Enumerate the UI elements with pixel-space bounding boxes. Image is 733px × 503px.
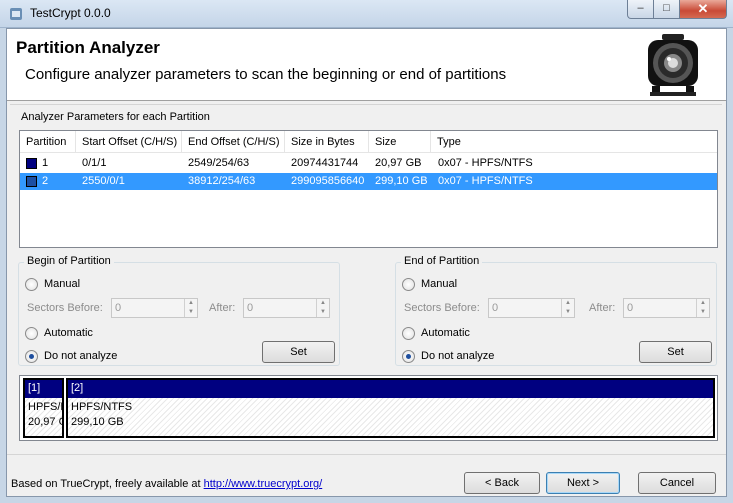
begin-of-partition-group: Begin of Partition Manual Sectors Before… bbox=[18, 255, 340, 366]
end-do-not-analyze-label: Do not analyze bbox=[421, 350, 495, 362]
col-start-offset[interactable]: Start Offset (C/H/S) bbox=[76, 131, 182, 153]
col-type[interactable]: Type bbox=[431, 131, 717, 153]
end-of-partition-group: End of Partition Manual Sectors Before: … bbox=[395, 255, 717, 366]
partition-color-swatch bbox=[26, 158, 37, 169]
list-header: Partition Start Offset (C/H/S) End Offse… bbox=[20, 131, 717, 153]
page-title: Partition Analyzer bbox=[16, 38, 160, 57]
minimize-icon: – bbox=[637, 2, 644, 14]
close-icon: ✕ bbox=[697, 1, 709, 16]
wizard-client: Partition Analyzer Configure analyzer pa… bbox=[6, 28, 727, 497]
cancel-button[interactable]: Cancel bbox=[638, 472, 716, 494]
cell-start: 2550/0/1 bbox=[82, 175, 125, 187]
separator bbox=[7, 454, 726, 455]
begin-sectors-before-label: Sectors Before: bbox=[27, 302, 103, 314]
cell-bytes: 299095856640 bbox=[291, 175, 365, 187]
maximize-button[interactable]: □ bbox=[654, 0, 680, 19]
cell-size: 299,10 GB bbox=[375, 175, 428, 187]
block-size: 20,97 GB bbox=[28, 416, 62, 428]
block-fs: HPFS/NTFS bbox=[71, 401, 133, 413]
spin-arrows[interactable]: ▲ ▼ bbox=[696, 299, 709, 317]
col-partition[interactable]: Partition bbox=[20, 131, 76, 153]
minimize-button[interactable]: – bbox=[627, 0, 654, 19]
partition-map-block[interactable]: [2] HPFS/NTFS 299,10 GB bbox=[66, 378, 715, 438]
truecrypt-link[interactable]: http://www.truecrypt.org/ bbox=[204, 478, 323, 490]
spin-value: 0 bbox=[492, 302, 499, 314]
cell-partition: 1 bbox=[42, 157, 49, 169]
end-sectors-before-label: Sectors Before: bbox=[404, 302, 480, 314]
end-sectors-before-input[interactable]: 0 ▲ ▼ bbox=[488, 298, 575, 318]
col-size[interactable]: Size bbox=[369, 131, 431, 153]
end-after-label: After: bbox=[589, 302, 616, 314]
back-button[interactable]: < Back bbox=[464, 472, 540, 494]
app-icon bbox=[10, 8, 22, 20]
close-button[interactable]: ✕ bbox=[680, 0, 727, 19]
footer-text: Based on TrueCrypt, freely available at bbox=[11, 478, 201, 490]
cell-start: 0/1/1 bbox=[82, 157, 107, 169]
cell-end: 38912/254/63 bbox=[188, 175, 256, 187]
end-manual-label: Manual bbox=[421, 278, 458, 290]
begin-set-button[interactable]: Set bbox=[262, 341, 335, 363]
table-row[interactable]: 2 2550/0/1 38912/254/63 299095856640 299… bbox=[20, 173, 717, 190]
end-manual-radio[interactable] bbox=[402, 278, 415, 291]
begin-after-label: After: bbox=[209, 302, 236, 314]
cell-end: 2549/254/63 bbox=[188, 157, 250, 169]
cell-type: 0x07 - HPFS/NTFS bbox=[438, 175, 533, 187]
spin-down-icon[interactable]: ▼ bbox=[562, 308, 574, 317]
block-label: [2] bbox=[68, 380, 713, 398]
cell-size: 20,97 GB bbox=[375, 157, 422, 169]
block-size: 299,10 GB bbox=[71, 416, 124, 428]
end-automatic-label: Automatic bbox=[421, 327, 470, 339]
end-automatic-radio[interactable] bbox=[402, 327, 415, 340]
cell-bytes: 20974431744 bbox=[291, 157, 359, 169]
spin-up-icon[interactable]: ▲ bbox=[185, 299, 197, 308]
partition-list[interactable]: Partition Start Offset (C/H/S) End Offse… bbox=[19, 130, 718, 248]
next-button[interactable]: Next > bbox=[546, 472, 620, 494]
col-end-offset[interactable]: End Offset (C/H/S) bbox=[182, 131, 285, 153]
spin-value: 0 bbox=[247, 302, 254, 314]
begin-do-not-analyze-label: Do not analyze bbox=[44, 350, 118, 362]
begin-sectors-before-input[interactable]: 0 ▲ ▼ bbox=[111, 298, 198, 318]
spin-down-icon[interactable]: ▼ bbox=[317, 308, 329, 317]
footer-credit: Based on TrueCrypt, freely available at … bbox=[11, 478, 322, 490]
partition-map: [1] HPFS/NTFS 20,97 GB [2] HPFS/NTFS 299… bbox=[19, 375, 718, 441]
camera-icon bbox=[648, 34, 698, 96]
begin-manual-radio[interactable] bbox=[25, 278, 38, 291]
group-title: Begin of Partition bbox=[24, 255, 114, 267]
block-fs: HPFS/NTFS bbox=[28, 401, 62, 413]
begin-automatic-radio[interactable] bbox=[25, 327, 38, 340]
begin-automatic-label: Automatic bbox=[44, 327, 93, 339]
spin-down-icon[interactable]: ▼ bbox=[185, 308, 197, 317]
begin-do-not-analyze-radio[interactable] bbox=[25, 350, 38, 363]
partition-color-swatch bbox=[26, 176, 37, 187]
spin-arrows[interactable]: ▲ ▼ bbox=[316, 299, 329, 317]
end-set-button[interactable]: Set bbox=[639, 341, 712, 363]
block-label: [1] bbox=[25, 380, 62, 398]
partition-map-block[interactable]: [1] HPFS/NTFS 20,97 GB bbox=[23, 378, 64, 438]
params-label: Analyzer Parameters for each Partition bbox=[21, 111, 210, 123]
cell-type: 0x07 - HPFS/NTFS bbox=[438, 157, 533, 169]
col-size-bytes[interactable]: Size in Bytes bbox=[285, 131, 369, 153]
spin-up-icon[interactable]: ▲ bbox=[317, 299, 329, 308]
wizard-header: Partition Analyzer Configure analyzer pa… bbox=[7, 29, 726, 101]
spin-up-icon[interactable]: ▲ bbox=[562, 299, 574, 308]
page-subtitle: Configure analyzer parameters to scan th… bbox=[25, 66, 507, 83]
spin-down-icon[interactable]: ▼ bbox=[697, 308, 709, 317]
table-row[interactable]: 1 0/1/1 2549/254/63 20974431744 20,97 GB… bbox=[20, 155, 717, 172]
title-bar: TestCrypt 0.0.0 – □ ✕ bbox=[0, 0, 733, 28]
maximize-icon: □ bbox=[663, 2, 670, 14]
group-title: End of Partition bbox=[401, 255, 483, 267]
end-after-input[interactable]: 0 ▲ ▼ bbox=[623, 298, 710, 318]
spin-arrows[interactable]: ▲ ▼ bbox=[184, 299, 197, 317]
spin-value: 0 bbox=[115, 302, 122, 314]
begin-manual-label: Manual bbox=[44, 278, 81, 290]
end-do-not-analyze-radio[interactable] bbox=[402, 350, 415, 363]
spin-value: 0 bbox=[627, 302, 634, 314]
cell-partition: 2 bbox=[42, 175, 49, 187]
spin-up-icon[interactable]: ▲ bbox=[697, 299, 709, 308]
spin-arrows[interactable]: ▲ ▼ bbox=[561, 299, 574, 317]
window-title: TestCrypt 0.0.0 bbox=[30, 6, 111, 20]
separator bbox=[10, 104, 722, 105]
begin-after-input[interactable]: 0 ▲ ▼ bbox=[243, 298, 330, 318]
